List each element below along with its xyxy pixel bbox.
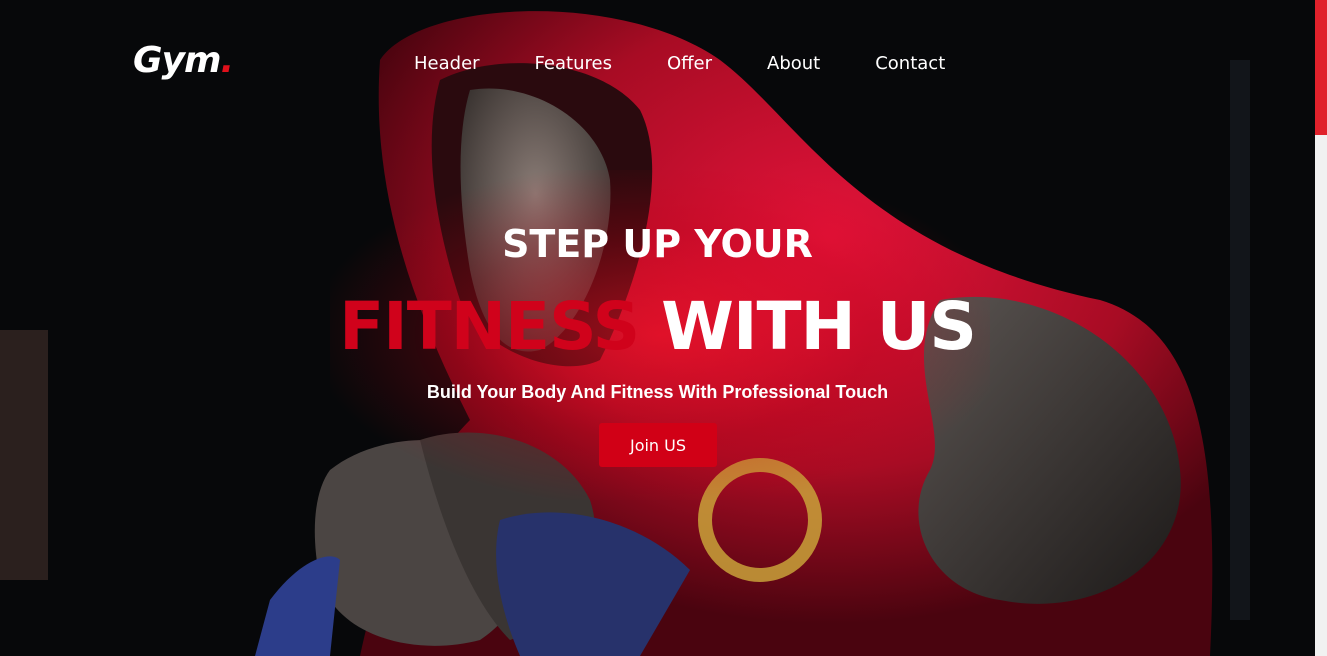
nav-item-features[interactable]: Features: [535, 53, 612, 74]
hero-subtitle: Build Your Body And Fitness With Profess…: [426, 382, 889, 402]
nav-item-header[interactable]: Header: [414, 53, 480, 74]
site-logo[interactable]: Gym.: [133, 40, 235, 81]
nav-item-offer[interactable]: Offer: [667, 53, 712, 74]
page-scrollbar[interactable]: [1315, 0, 1327, 656]
join-us-button[interactable]: Join US: [599, 423, 717, 467]
logo-dot: .: [220, 40, 235, 81]
hero-heading-line1: STEP UP YOUR: [502, 222, 813, 266]
scrollbar-thumb[interactable]: [1315, 0, 1327, 135]
hero-heading-line2: FITNESS WITH US: [0, 288, 1315, 365]
nav-item-contact[interactable]: Contact: [875, 53, 945, 74]
main-nav: Header Features Offer About Contact: [414, 53, 1000, 74]
nav-item-about[interactable]: About: [767, 53, 820, 74]
logo-text: Gym: [133, 40, 222, 81]
hero-heading-rest: WITH US: [661, 288, 977, 365]
hero-section: Gym. Header Features Offer About Contact…: [0, 0, 1315, 656]
hero-heading-highlight: FITNESS: [339, 288, 640, 365]
